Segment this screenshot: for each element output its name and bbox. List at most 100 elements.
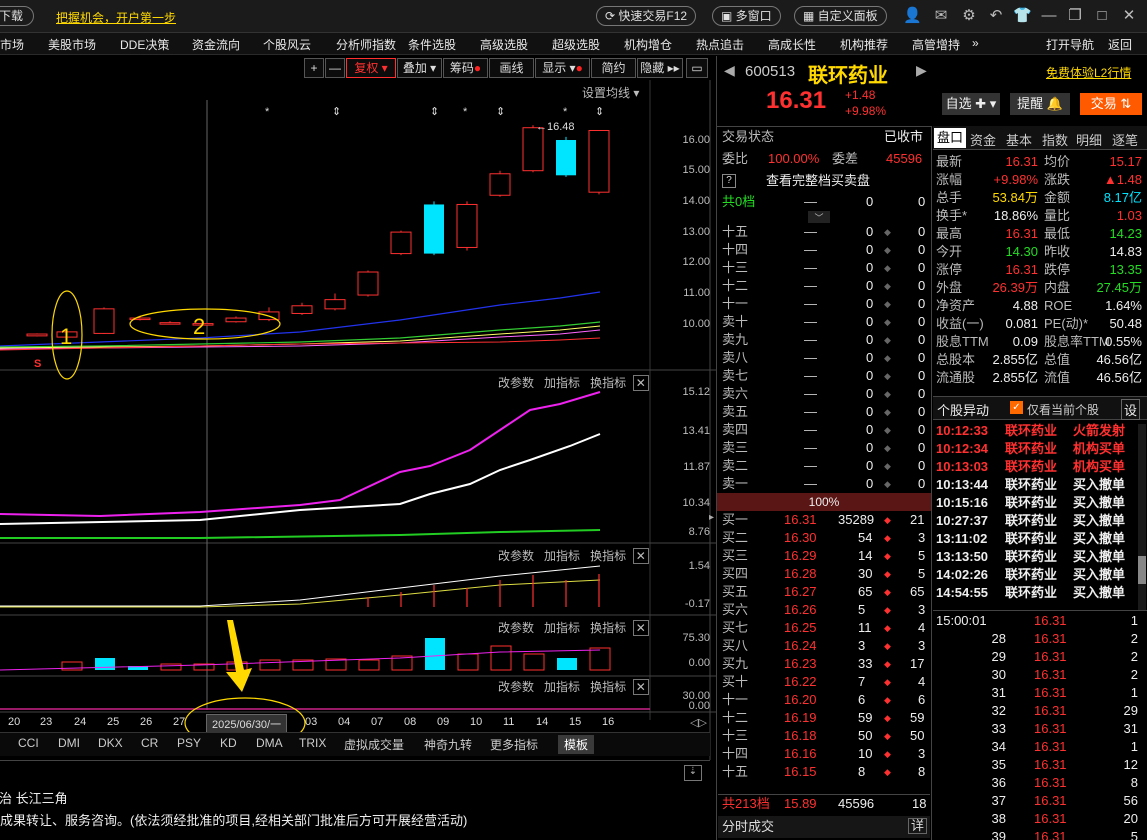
switch-indicator-button[interactable]: 换指标 [590, 680, 626, 694]
hide-button[interactable]: 隐藏 ▸▸ [637, 58, 683, 78]
sell-level-row[interactable]: 十五 — 0 ◆ 0 [718, 223, 930, 241]
buy-level-row[interactable]: 买五 16.27 65 ◆ 65 [718, 583, 930, 601]
sell-level-row[interactable]: 十三 — 0 ◆ 0 [718, 259, 930, 277]
collapse-icon[interactable]: ⇣ [684, 765, 702, 781]
menu-item-hot[interactable]: 热点追击 [696, 36, 744, 53]
quick-trade-button[interactable]: ⟳ 快速交易F12 [596, 6, 697, 26]
restore-icon[interactable]: ❐ [1066, 7, 1084, 25]
tab-magic-nine[interactable]: 神奇九转 [424, 736, 472, 753]
add-indicator-button[interactable]: 加指标 [544, 621, 580, 635]
menu-item-open-nav[interactable]: 打开导航 [1046, 36, 1094, 53]
mail-icon[interactable]: ✉ [932, 7, 950, 25]
menu-item-condition-select[interactable]: 条件选股 [408, 36, 456, 53]
menu-more-icon[interactable]: » [972, 36, 979, 50]
user-icon[interactable]: 👤 [903, 7, 922, 25]
sell-level-row[interactable]: 十四 — 0 ◆ 0 [718, 241, 930, 259]
zoom-in-button[interactable]: + [304, 58, 324, 78]
expand-icon[interactable]: ▭ [686, 58, 708, 78]
close-icon[interactable]: ✕ [632, 548, 649, 564]
zoom-out-button[interactable]: — [325, 58, 345, 78]
sell-level-row[interactable]: 卖二 — 0 ◆ 0 [718, 457, 930, 475]
buy-level-row[interactable]: 十四 16.16 10 ◆ 3 [718, 745, 930, 763]
minimize-icon[interactable]: — [1040, 7, 1058, 25]
buy-level-row[interactable]: 十二 16.19 59 ◆ 59 [718, 709, 930, 727]
events-settings-button[interactable]: 设 [1121, 399, 1141, 420]
buy-level-row[interactable]: 买三 16.29 14 ◆ 5 [718, 547, 930, 565]
maximize-icon[interactable]: □ [1093, 7, 1111, 25]
event-row[interactable]: 14:54:55 联环药业 买入撤单 [936, 584, 1136, 602]
fenshi-row[interactable]: 分时成交 详 [718, 816, 930, 838]
tab-basic[interactable]: 基本 [1006, 130, 1032, 149]
shirt-icon[interactable]: 👕 [1013, 7, 1032, 25]
tab-psy[interactable]: PSY [177, 736, 201, 750]
tab-template[interactable]: 模板 [558, 735, 595, 754]
switch-indicator-button[interactable]: 换指标 [590, 549, 626, 563]
buy-level-row[interactable]: 买八 16.24 3 ◆ 3 [718, 637, 930, 655]
params-button[interactable]: 改参数 [498, 549, 534, 563]
sell-level-row[interactable]: 卖七 — 0 ◆ 0 [718, 367, 930, 385]
add-indicator-button[interactable]: 加指标 [544, 376, 580, 390]
buy-level-row[interactable]: 买一 16.31 35289 ◆ 21 [718, 511, 930, 529]
menu-item-inst-add[interactable]: 机构增仓 [624, 36, 672, 53]
view-full-book-row[interactable]: ? 查看完整档买卖盘 [718, 172, 930, 190]
menu-item-dde[interactable]: DDE决策 [120, 36, 169, 53]
menu-item-advanced-select[interactable]: 高级选股 [480, 36, 528, 53]
add-indicator-button[interactable]: 加指标 [544, 680, 580, 694]
event-row[interactable]: 14:02:26 联环药业 买入撤单 [936, 566, 1136, 584]
tab-detail[interactable]: 明细 [1076, 130, 1102, 149]
event-row[interactable]: 10:15:16 联环药业 买入撤单 [936, 494, 1136, 512]
tab-dkx[interactable]: DKX [98, 736, 123, 750]
tab-dmi[interactable]: DMI [58, 736, 80, 750]
tab-cr[interactable]: CR [141, 736, 158, 750]
tab-trix[interactable]: TRIX [299, 736, 326, 750]
event-row[interactable]: 10:12:34 联环药业 机构买单 [936, 440, 1136, 458]
close-icon[interactable]: ✕ [632, 375, 649, 391]
sell-level-row[interactable]: 卖五 — 0 ◆ 0 [718, 403, 930, 421]
events-scroll-thumb[interactable] [1138, 556, 1146, 584]
buy-level-row[interactable]: 十三 16.18 50 ◆ 50 [718, 727, 930, 745]
sell-level-row[interactable]: 卖四 — 0 ◆ 0 [718, 421, 930, 439]
tab-dma[interactable]: DMA [256, 736, 283, 750]
tab-index[interactable]: 指数 [1042, 130, 1068, 149]
fenshi-detail-button[interactable]: 详 [908, 818, 928, 834]
tab-cci[interactable]: CCI [18, 736, 39, 750]
sell-level-row[interactable]: 十一 — 0 ◆ 0 [718, 295, 930, 313]
prev-stock-icon[interactable]: ◀ [724, 62, 735, 79]
menu-item-growth[interactable]: 高成长性 [768, 36, 816, 53]
params-button[interactable]: 改参数 [498, 680, 534, 694]
simple-button[interactable]: 简约 [591, 58, 636, 78]
sell-level-row[interactable]: 卖八 — 0 ◆ 0 [718, 349, 930, 367]
draw-line-button[interactable]: 画线 [489, 58, 534, 78]
buy-level-row[interactable]: 买七 16.25 11 ◆ 4 [718, 619, 930, 637]
sell-level-row[interactable]: 十二 — 0 ◆ 0 [718, 277, 930, 295]
promo-link[interactable]: 把握机会，开户第一步 [56, 9, 176, 26]
next-stock-icon[interactable]: ▶ [916, 62, 927, 79]
sell-level-row[interactable]: 卖九 — 0 ◆ 0 [718, 331, 930, 349]
event-row[interactable]: 10:13:03 联环药业 机构买单 [936, 458, 1136, 476]
event-row[interactable]: 10:13:44 联环药业 买入撤单 [936, 476, 1136, 494]
menu-item-super-select[interactable]: 超级选股 [552, 36, 600, 53]
menu-item-us-market[interactable]: 美股市场 [48, 36, 96, 53]
switch-indicator-button[interactable]: 换指标 [590, 376, 626, 390]
download-button[interactable]: 下载 [0, 6, 34, 26]
event-row[interactable]: 10:27:37 联环药业 买入撤单 [936, 512, 1136, 530]
buy-level-row[interactable]: 买九 16.23 33 ◆ 17 [718, 655, 930, 673]
menu-item-inst-recommend[interactable]: 机构推荐 [840, 36, 888, 53]
menu-item-stock-news[interactable]: 个股风云 [263, 36, 311, 53]
only-current-checkbox[interactable]: ✓ [1010, 401, 1023, 414]
menu-item-exec-add[interactable]: 高管增持 [912, 36, 960, 53]
kline-chart-area[interactable]: * ⇕ ⇕ * ⇕ * ⇕ ←16.48 1 2 S [0, 80, 716, 760]
tab-pankou[interactable]: 盘口 [934, 128, 966, 148]
buy-level-row[interactable]: 买二 16.30 54 ◆ 3 [718, 529, 930, 547]
buy-level-row[interactable]: 买十 16.22 7 ◆ 4 [718, 673, 930, 691]
menu-item-market[interactable]: 市场 [0, 36, 24, 53]
undo-icon[interactable]: ↶ [987, 7, 1005, 25]
overlay-dropdown[interactable]: 叠加 ▾ [397, 58, 442, 78]
params-button[interactable]: 改参数 [498, 621, 534, 635]
buy-level-row[interactable]: 买六 16.26 5 ◆ 3 [718, 601, 930, 619]
event-row[interactable]: 13:11:02 联环药业 买入撤单 [936, 530, 1136, 548]
tab-virtual-volume[interactable]: 虚拟成交量 [344, 736, 404, 753]
tab-tick-by-tick[interactable]: 逐笔 [1112, 130, 1138, 149]
sell-level-row[interactable]: 卖十 — 0 ◆ 0 [718, 313, 930, 331]
ma-settings-dropdown[interactable]: 设置均线 ▾ [582, 84, 639, 101]
